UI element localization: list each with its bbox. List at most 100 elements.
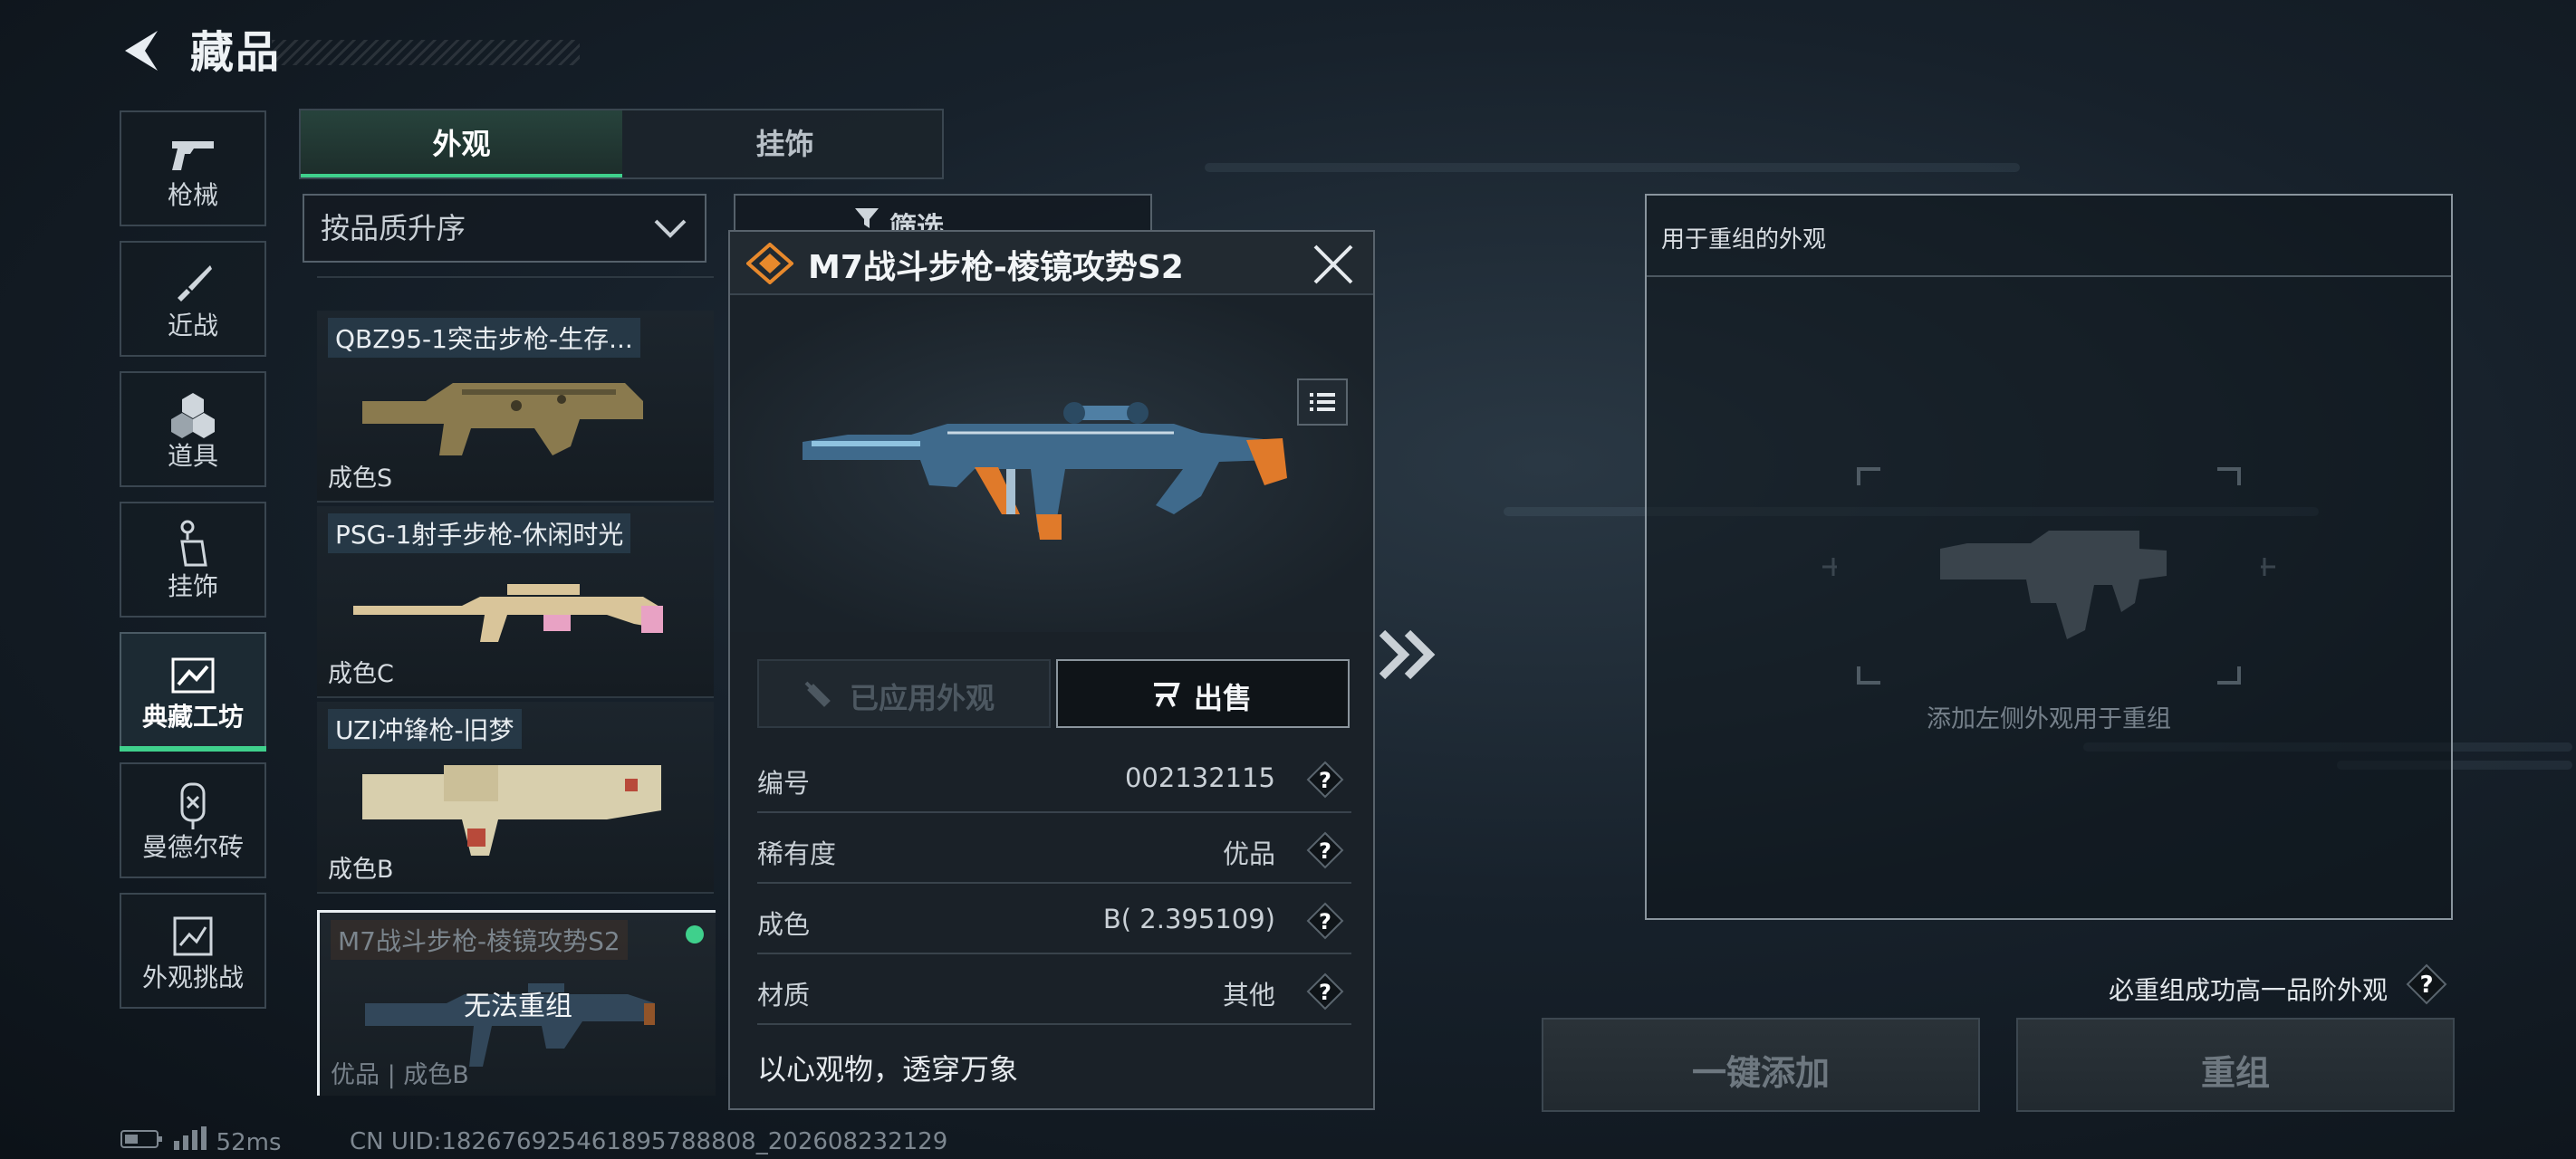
header-decoration xyxy=(272,40,580,65)
svg-text:?: ? xyxy=(1319,909,1331,934)
signal-icon xyxy=(172,1126,208,1156)
item-motto: 以心观物，透穿万象 xyxy=(757,1052,1019,1087)
item-condition: 成色S xyxy=(328,465,393,493)
cannot-recompose-label: 无法重组 xyxy=(464,991,572,1022)
detail-row-serial: 编号 002132115 ? xyxy=(757,742,1351,813)
detail-row-material: 材质 其他 ? xyxy=(757,954,1351,1025)
list-item-selected[interactable]: M7战斗步枪-棱镜攻势S2 无法重组 优品 | 成色B xyxy=(317,910,716,1096)
recompose-button[interactable]: 重组 xyxy=(2016,1018,2455,1112)
row-value: 002132115 xyxy=(1124,762,1275,793)
gun-icon xyxy=(121,129,264,179)
charm-icon xyxy=(121,520,264,570)
add-all-label: 一键添加 xyxy=(1691,1053,1830,1093)
chevron-down-icon xyxy=(652,212,688,248)
guarantee-text: 必重组成功高一品阶外观 xyxy=(2109,975,2389,1005)
sell-label: 出售 xyxy=(1194,681,1253,715)
row-key: 成色 xyxy=(757,909,811,940)
add-all-button[interactable]: 一键添加 xyxy=(1542,1018,1980,1112)
workshop-icon xyxy=(121,650,264,701)
sidebar-item-label: 典藏工坊 xyxy=(141,702,244,732)
sidebar-item-appearance-challenge[interactable]: 外观挑战 xyxy=(120,893,266,1009)
list-item xyxy=(317,276,714,278)
sidebar-item-workshop[interactable]: 典藏工坊 xyxy=(120,632,266,752)
list-icon[interactable] xyxy=(1297,378,1348,426)
selected-indicator xyxy=(686,925,704,943)
item-name: M7战斗步枪-棱镜攻势S2 xyxy=(331,920,628,960)
tab-bar: 外观 挂饰 xyxy=(299,109,944,179)
brick-icon xyxy=(121,781,264,831)
item-condition: 优品 | 成色B xyxy=(331,1061,469,1089)
battle-rifle-preview-image xyxy=(803,402,1287,540)
sidebar-item-label: 枪械 xyxy=(167,180,218,210)
tab-charms[interactable]: 挂饰 xyxy=(624,110,946,177)
weapon-preview xyxy=(730,297,1373,632)
user-uid: CN UID:182676925461895788808_20260823212… xyxy=(350,1128,948,1155)
applied-appearance-button: 已应用外观 xyxy=(757,659,1051,728)
help-icon[interactable]: ? xyxy=(1306,972,1344,1011)
detail-row-rarity: 稀有度 优品 ? xyxy=(757,813,1351,884)
row-key: 材质 xyxy=(757,980,811,1011)
close-icon[interactable] xyxy=(1308,239,1359,290)
sidebar-item-label: 曼德尔砖 xyxy=(141,832,244,862)
sidebar-item-charms[interactable]: 挂饰 xyxy=(120,502,266,618)
spray-icon xyxy=(801,677,833,714)
rifle-image xyxy=(362,383,643,455)
popup-header: M7战斗步枪-棱镜攻势S2 xyxy=(730,232,1373,295)
list-item[interactable]: QBZ95-1突击步枪-生存... 成色S xyxy=(317,311,714,503)
tab-appearance[interactable]: 外观 xyxy=(301,110,622,177)
sidebar-item-mandel-brick[interactable]: 曼德尔砖 xyxy=(120,762,266,878)
row-key: 编号 xyxy=(757,768,811,799)
popup-title: M7战斗步枪-棱镜攻势S2 xyxy=(808,249,1184,286)
sidebar-item-items[interactable]: 道具 xyxy=(120,371,266,487)
sidebar-item-label: 近战 xyxy=(167,311,218,340)
knife-icon xyxy=(121,259,264,310)
sell-button[interactable]: 出售 xyxy=(1056,659,1350,728)
sell-icon xyxy=(1149,677,1183,715)
help-icon[interactable]: ? xyxy=(2406,963,2447,1005)
help-icon[interactable]: ? xyxy=(1306,902,1344,940)
item-detail-popup: M7战斗步枪-棱镜攻势S2 已应用外观 出售 编号 002132115 ? 稀有… xyxy=(728,230,1375,1110)
svg-text:?: ? xyxy=(1319,768,1331,793)
recompose-panel-header: 用于重组的外观 xyxy=(1647,196,2451,277)
sidebar-item-label: 道具 xyxy=(167,441,218,471)
row-key: 稀有度 xyxy=(757,838,837,869)
sidebar-item-melee[interactable]: 近战 xyxy=(120,241,266,357)
detail-row-condition: 成色 B( 2.395109) ? xyxy=(757,884,1351,954)
row-value: 优品 xyxy=(1222,838,1275,869)
sidebar-item-label: 挂饰 xyxy=(167,571,218,601)
page-title: 藏品 xyxy=(190,27,282,78)
item-name: PSG-1射手步枪-休闲时光 xyxy=(328,513,631,553)
row-value: B( 2.395109) xyxy=(1102,904,1275,934)
smg-image xyxy=(362,765,661,856)
battery-icon xyxy=(120,1129,165,1156)
ping-value: 52ms xyxy=(216,1129,282,1156)
svg-text:?: ? xyxy=(1319,980,1331,1005)
rarity-icon xyxy=(746,243,793,284)
item-list[interactable]: QBZ95-1突击步枪-生存... 成色S PSG-1射手步枪-休闲时光 成色C… xyxy=(317,276,716,1096)
double-chevron-right-icon xyxy=(1377,623,1440,697)
sidebar-item-label: 外观挑战 xyxy=(141,963,244,992)
recompose-label: 重组 xyxy=(2200,1053,2270,1093)
back-arrow-icon[interactable] xyxy=(118,25,172,80)
sniper-rifle-image xyxy=(353,584,663,642)
help-icon[interactable]: ? xyxy=(1306,761,1344,799)
item-condition: 成色C xyxy=(328,660,394,688)
sort-dropdown[interactable]: 按品质升序 xyxy=(303,194,706,263)
sidebar-item-guns[interactable]: 枪械 xyxy=(120,110,266,226)
list-item[interactable]: PSG-1射手步枪-休闲时光 成色C xyxy=(317,506,714,698)
item-condition: 成色B xyxy=(328,856,394,884)
svg-text:?: ? xyxy=(2419,972,2433,999)
item-name: QBZ95-1突击步枪-生存... xyxy=(328,318,640,358)
empty-slot-frame xyxy=(1822,467,2275,685)
sort-value: 按品质升序 xyxy=(321,211,466,245)
recompose-hint: 添加左侧外观用于重组 xyxy=(1927,705,2171,733)
recompose-panel[interactable]: 用于重组的外观 添加左侧外观用于重组 xyxy=(1645,194,2453,920)
grenade-icon xyxy=(121,389,264,440)
row-value: 其他 xyxy=(1222,980,1275,1011)
list-item[interactable]: UZI冲锋枪-旧梦 成色B xyxy=(317,702,714,894)
help-icon[interactable]: ? xyxy=(1306,831,1344,869)
applied-label: 已应用外观 xyxy=(850,681,995,715)
network-status: 52ms xyxy=(120,1126,282,1156)
challenge-icon xyxy=(121,911,264,962)
svg-text:?: ? xyxy=(1319,838,1331,864)
